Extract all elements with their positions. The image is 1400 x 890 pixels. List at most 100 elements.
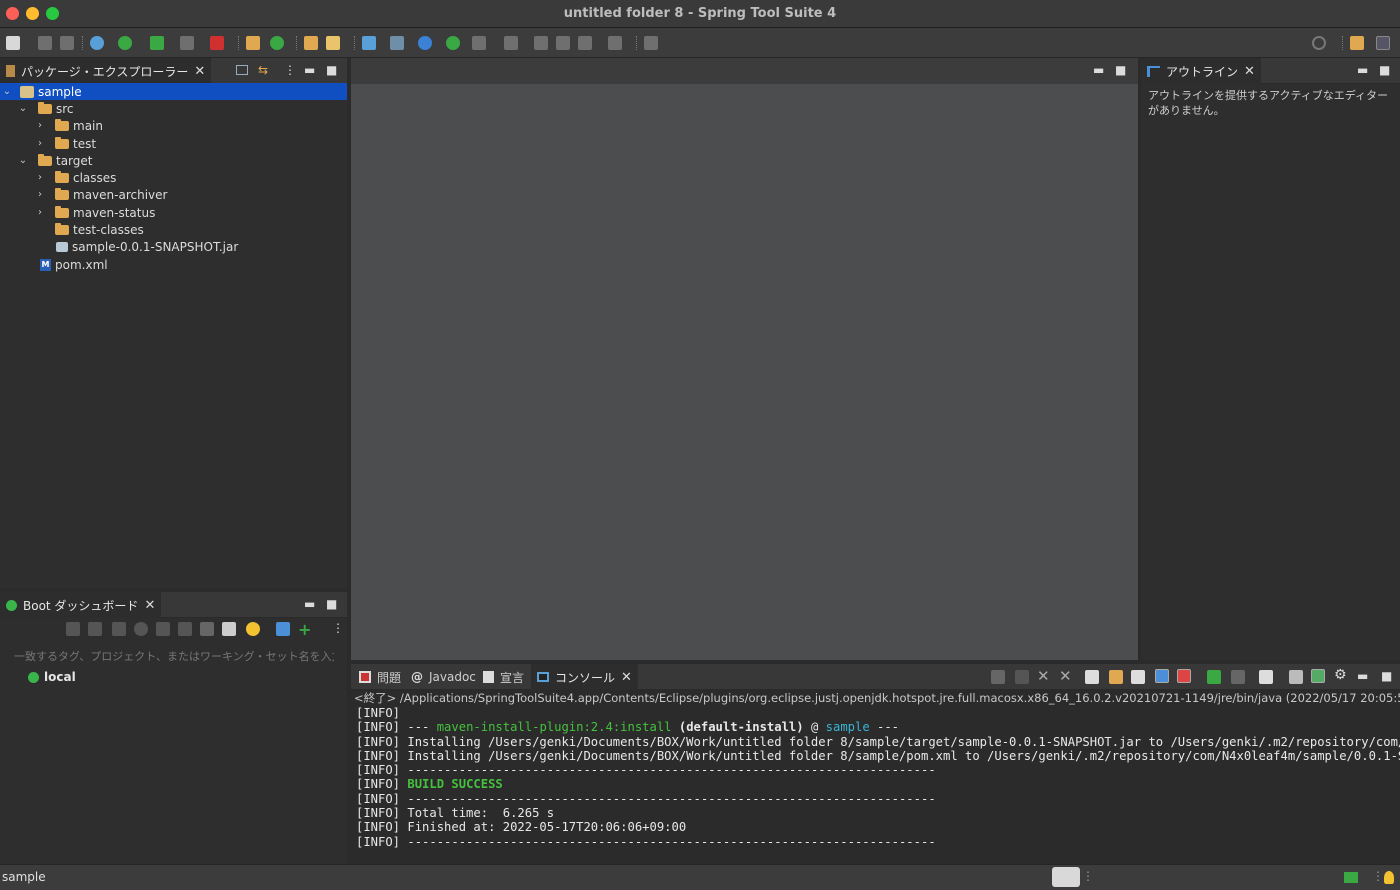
minimize-icon[interactable]: ▬: [1093, 63, 1104, 77]
debug-icon[interactable]: [90, 36, 104, 50]
tree-item-main[interactable]: › main: [0, 117, 347, 134]
minimize-icon[interactable]: ▬: [1357, 63, 1368, 77]
java-perspective-icon[interactable]: [1376, 36, 1390, 50]
clear-console-icon[interactable]: [1085, 670, 1099, 684]
tree-item-sample[interactable]: ⌄ sample: [0, 83, 347, 100]
new-project-icon[interactable]: [246, 36, 260, 50]
close-icon[interactable]: ✕: [144, 598, 155, 613]
console-icon[interactable]: [156, 622, 170, 636]
open-perspective-icon[interactable]: [1350, 36, 1364, 50]
tab-outline[interactable]: アウトライン ✕: [1141, 58, 1261, 84]
last-edit-icon[interactable]: [534, 36, 548, 50]
boot-filter-input[interactable]: 一致するタグ、プロジェクト、またはワーキング・セット名を入力: [14, 648, 334, 664]
run-icon[interactable]: [118, 36, 132, 50]
word-wrap-icon[interactable]: [1131, 670, 1145, 684]
open-console-icon[interactable]: [1259, 670, 1273, 684]
tab-javadoc[interactable]: @ Javadoc: [405, 664, 482, 690]
pin-console-icon[interactable]: [1207, 670, 1221, 684]
back-icon[interactable]: [578, 36, 592, 50]
save-all-icon[interactable]: [60, 36, 74, 50]
show-on-error-icon[interactable]: [1177, 669, 1191, 683]
stop-icon[interactable]: [180, 36, 194, 50]
external-tools-icon[interactable]: [210, 36, 224, 50]
prev-annotation-icon[interactable]: [504, 36, 518, 50]
search-tool-icon[interactable]: [326, 36, 340, 50]
stop-icon[interactable]: [1015, 670, 1029, 684]
collapse-all-icon[interactable]: [236, 65, 248, 75]
new-class-icon[interactable]: [270, 36, 284, 50]
coverage-icon[interactable]: [150, 36, 164, 50]
tab-console[interactable]: コンソール ✕: [531, 664, 638, 690]
add-icon[interactable]: +: [298, 620, 311, 639]
chevron-right-icon[interactable]: ›: [35, 120, 45, 131]
terminate-all-icon[interactable]: [991, 670, 1005, 684]
remove-launch-icon[interactable]: ✕: [1037, 667, 1050, 685]
boot-icon[interactable]: [446, 36, 460, 50]
maximize-icon[interactable]: ■: [326, 63, 337, 77]
view-menu-icon[interactable]: ⋮: [284, 63, 296, 77]
copy-icon[interactable]: [1289, 670, 1303, 684]
chevron-right-icon[interactable]: ›: [35, 207, 45, 218]
tree-item-maven-archiver[interactable]: › maven-archiver: [0, 186, 347, 203]
back-forward-edit-icon[interactable]: [556, 36, 570, 50]
close-icon[interactable]: ✕: [621, 670, 632, 685]
tab-package-explorer[interactable]: パッケージ・エクスプローラー ✕: [0, 58, 212, 84]
pause-icon[interactable]: [134, 622, 148, 636]
chevron-right-icon[interactable]: ›: [35, 189, 45, 200]
remove-all-icon[interactable]: ✕: [1059, 667, 1072, 685]
chevron-down-icon[interactable]: ⌄: [18, 103, 28, 114]
maximize-icon[interactable]: ■: [326, 597, 337, 611]
lightbulb-icon[interactable]: [1384, 871, 1394, 884]
tree-item-classes[interactable]: › classes: [0, 169, 347, 186]
view-menu-icon[interactable]: ⋮: [332, 621, 344, 635]
annotation-icon[interactable]: [390, 36, 404, 50]
chevron-right-icon[interactable]: ›: [35, 138, 45, 149]
ansi-icon[interactable]: [1311, 669, 1325, 683]
new-icon[interactable]: [6, 36, 20, 50]
edit-icon[interactable]: [200, 622, 214, 636]
filter-icon[interactable]: [276, 622, 290, 636]
progress-view-icon[interactable]: [1052, 867, 1080, 887]
refresh-icon[interactable]: [178, 622, 192, 636]
tree-item-test[interactable]: › test: [0, 135, 347, 152]
close-icon[interactable]: ✕: [1244, 64, 1255, 79]
tab-problems[interactable]: 問題: [353, 664, 407, 690]
tree-item-jar[interactable]: sample-0.0.1-SNAPSHOT.jar: [0, 238, 347, 255]
tree-item-target[interactable]: ⌄ target: [0, 152, 347, 169]
tree-item-src[interactable]: ⌄ src: [0, 100, 347, 117]
minimize-icon[interactable]: ▬: [304, 63, 315, 77]
maximize-icon[interactable]: ■: [1381, 669, 1392, 683]
debug-icon[interactable]: [88, 622, 102, 636]
stop-icon[interactable]: [112, 622, 126, 636]
status-menu-icon[interactable]: ⋮: [1082, 869, 1094, 883]
tree-item-pom[interactable]: M pom.xml: [0, 256, 347, 273]
chevron-right-icon[interactable]: ›: [35, 172, 45, 183]
scroll-lock-icon[interactable]: [1109, 670, 1123, 684]
save-icon[interactable]: [38, 36, 52, 50]
console-output[interactable]: [INFO] [INFO] --- maven-install-plugin:2.…: [356, 706, 1400, 856]
start-icon[interactable]: [66, 622, 80, 636]
link-editor-icon[interactable]: ⇆: [258, 63, 268, 77]
chevron-down-icon[interactable]: ⌄: [2, 86, 12, 97]
display-console-icon[interactable]: [1231, 670, 1245, 684]
open-type-icon[interactable]: [304, 36, 318, 50]
minimize-icon[interactable]: ▬: [1357, 669, 1368, 683]
console-tool-icon[interactable]: [362, 36, 376, 50]
lightbulb-icon[interactable]: [246, 622, 260, 636]
pin-editor-icon[interactable]: [644, 36, 658, 50]
next-annotation-icon[interactable]: [472, 36, 486, 50]
show-on-output-icon[interactable]: [1155, 669, 1169, 683]
forward-icon[interactable]: [608, 36, 622, 50]
tree-item-maven-status[interactable]: › maven-status: [0, 204, 347, 221]
updates-icon[interactable]: [1344, 872, 1358, 883]
boot-target-local[interactable]: local: [28, 670, 76, 684]
properties-icon[interactable]: [222, 622, 236, 636]
close-icon[interactable]: ✕: [194, 64, 205, 79]
tab-boot-dashboard[interactable]: Boot ダッシュボード ✕: [0, 592, 162, 618]
tree-item-test-classes[interactable]: test-classes: [0, 221, 347, 238]
maximize-icon[interactable]: ■: [1115, 63, 1126, 77]
gear-icon[interactable]: ⚙: [1334, 667, 1347, 683]
tab-declaration[interactable]: 宣言: [477, 664, 530, 690]
maximize-icon[interactable]: ■: [1379, 63, 1390, 77]
chevron-down-icon[interactable]: ⌄: [18, 155, 28, 166]
